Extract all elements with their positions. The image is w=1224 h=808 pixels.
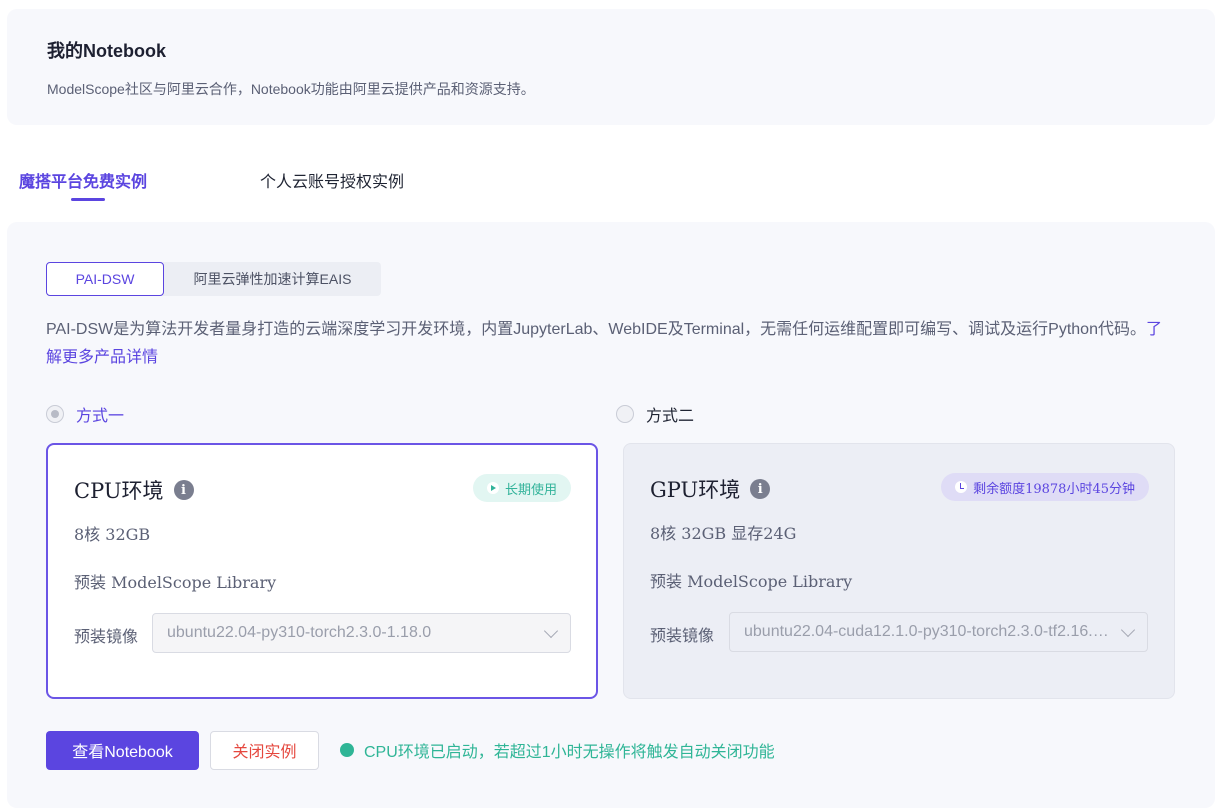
gpu-image-select[interactable]: ubuntu22.04-cuda12.1.0-py310-torch2.3.0-… [729, 612, 1148, 652]
gpu-quota-badge: 剩余额度19878小时45分钟 [941, 473, 1149, 501]
play-icon [486, 482, 499, 494]
segment-eais[interactable]: 阿里云弹性加速计算EAIS [164, 262, 381, 296]
clock-icon [955, 481, 968, 493]
header-card: 我的Notebook ModelScope社区与阿里云合作，Notebook功能… [7, 9, 1215, 125]
main-panel: PAI-DSW 阿里云弹性加速计算EAIS PAI-DSW是为算法开发者量身打造… [7, 222, 1215, 808]
tab-free-instance[interactable]: 魔搭平台免费实例 [19, 168, 147, 192]
status-text: CPU环境已启动，若超过1小时无操作将触发自动关闭功能 [364, 744, 775, 761]
tab-personal-account-instance[interactable]: 个人云账号授权实例 [260, 168, 404, 192]
instance-tabs: 魔搭平台免费实例 个人云账号授权实例 [0, 150, 1224, 210]
gpu-spec: 8核 32GB 显存24G [650, 524, 797, 543]
cpu-env-title: CPU环境 i [74, 475, 194, 505]
gpu-library: 预装 ModelScope Library [650, 572, 853, 591]
cpu-image-label: 预装镜像 [74, 629, 139, 646]
gpu-env-title-text: GPU环境 [650, 478, 741, 502]
action-bar: 查看Notebook 关闭实例 CPU环境已启动，若超过1小时无操作将触发自动关… [46, 730, 775, 770]
radio-checked-icon[interactable] [46, 405, 64, 423]
cpu-env-title-text: CPU环境 [74, 479, 164, 503]
radio-unchecked-icon[interactable] [616, 405, 634, 423]
info-icon[interactable]: i [750, 479, 771, 499]
product-segmented-control: PAI-DSW 阿里云弹性加速计算EAIS [46, 262, 381, 296]
gpu-image-value: ubuntu22.04-cuda12.1.0-py310-torch2.3.0-… [744, 623, 1113, 640]
description-text: PAI-DSW是为算法开发者量身打造的云端深度学习开发环境，内置JupyterL… [46, 321, 1146, 338]
cpu-spec: 8核 32GB [74, 525, 151, 544]
option-one-radio[interactable]: 方式一 [46, 402, 124, 426]
option-two-label: 方式二 [646, 408, 695, 425]
option-two-radio[interactable]: 方式二 [616, 402, 694, 426]
tab-active-indicator [71, 198, 105, 201]
cpu-library: 预装 ModelScope Library [74, 573, 277, 592]
status-dot-icon [340, 743, 354, 757]
cpu-image-value: ubuntu22.04-py310-torch2.3.0-1.18.0 [167, 624, 432, 641]
close-instance-button[interactable]: 关闭实例 [210, 730, 319, 770]
chevron-down-icon [1120, 622, 1136, 637]
segment-pai-dsw[interactable]: PAI-DSW [46, 262, 164, 296]
instance-status: CPU环境已启动，若超过1小时无操作将触发自动关闭功能 [340, 738, 775, 762]
cpu-usage-badge: 长期使用 [472, 474, 571, 502]
gpu-image-label: 预装镜像 [650, 628, 715, 645]
product-description: PAI-DSW是为算法开发者量身打造的云端深度学习开发环境，内置JupyterL… [46, 316, 1176, 372]
cpu-badge-text: 长期使用 [504, 481, 557, 497]
page-title: 我的Notebook [47, 41, 166, 61]
gpu-env-title: GPU环境 i [650, 474, 771, 504]
info-icon[interactable]: i [173, 480, 194, 500]
view-notebook-button[interactable]: 查看Notebook [46, 730, 199, 770]
page-subtitle: ModelScope社区与阿里云合作，Notebook功能由阿里云提供产品和资源… [47, 81, 535, 97]
gpu-badge-text: 剩余额度19878小时45分钟 [973, 481, 1135, 497]
option-one-label: 方式一 [76, 408, 125, 425]
cpu-env-card[interactable]: CPU环境 i 长期使用 8核 32GB 预装 ModelScope Libra… [46, 443, 598, 699]
chevron-down-icon [543, 623, 559, 638]
gpu-env-card[interactable]: GPU环境 i 剩余额度19878小时45分钟 8核 32GB 显存24G 预装… [623, 443, 1175, 699]
cpu-image-select[interactable]: ubuntu22.04-py310-torch2.3.0-1.18.0 [152, 613, 571, 653]
